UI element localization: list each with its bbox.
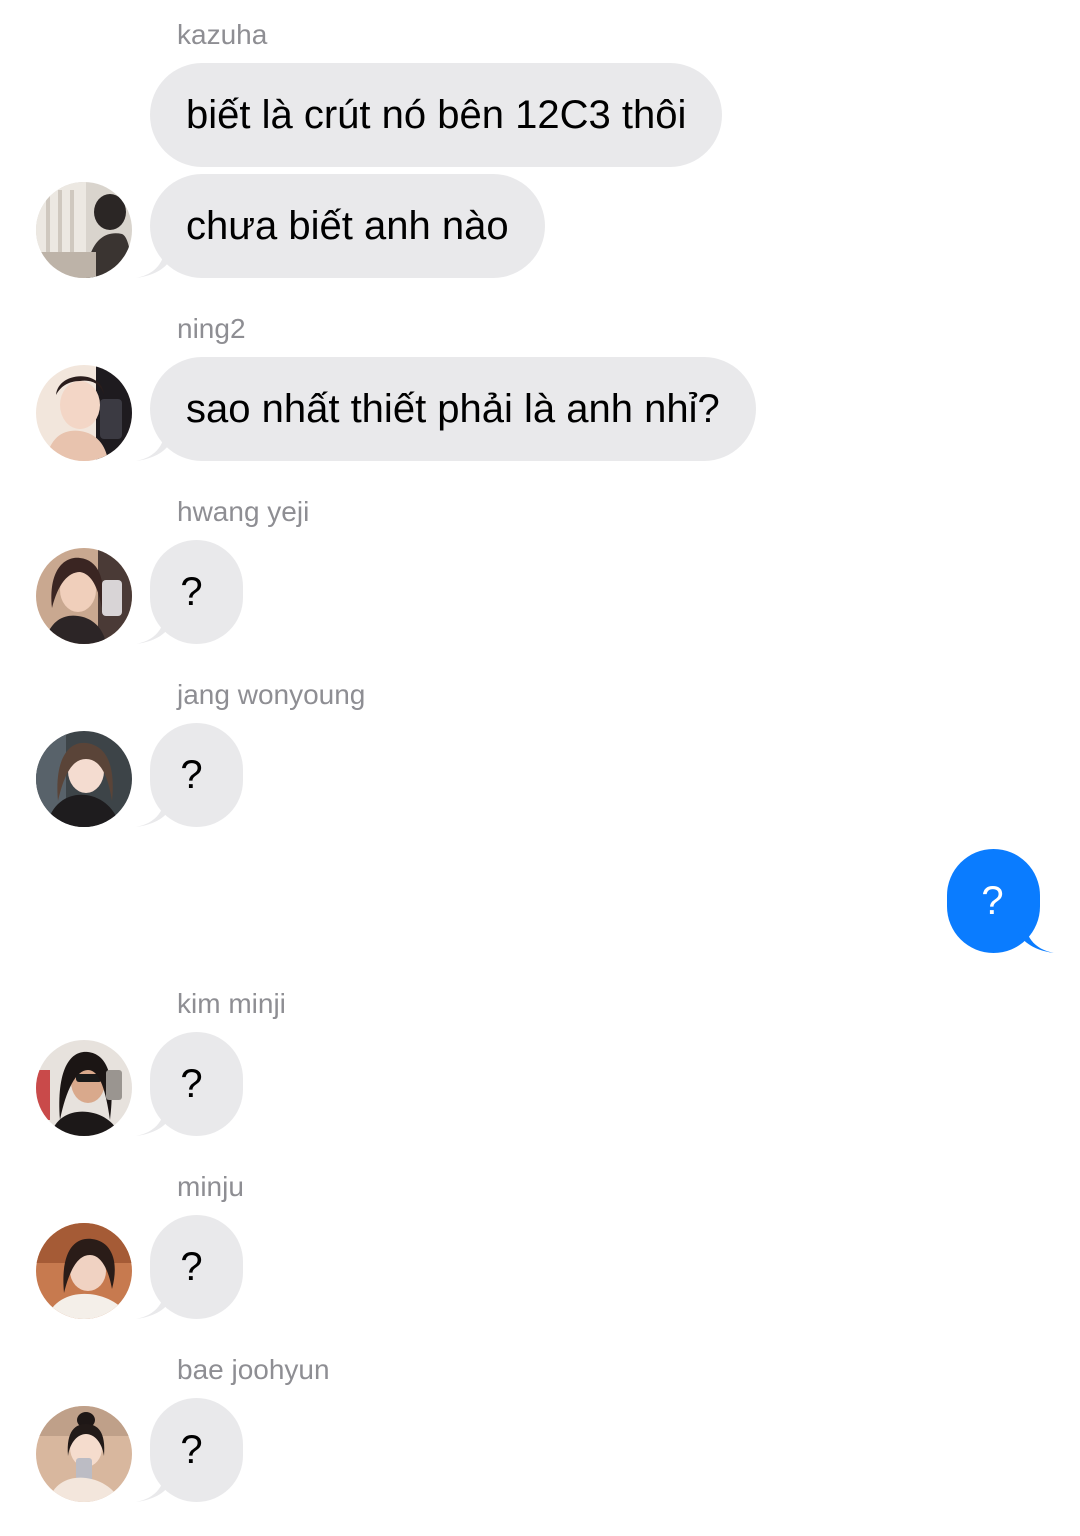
bubble-tail <box>1014 913 1054 953</box>
message-bubble[interactable]: ? <box>136 540 243 644</box>
message-text: biết là crút nó bên 12C3 thôi <box>186 93 687 137</box>
bubble-tail <box>136 421 176 461</box>
avatar-photo <box>36 548 132 644</box>
bubble-tail <box>136 787 176 827</box>
message-bubble[interactable]: ? <box>136 1215 243 1319</box>
avatar-photo <box>36 365 132 461</box>
bubble-tail <box>136 604 176 644</box>
message-text: ? <box>180 570 203 614</box>
message-text: ? <box>180 1062 203 1106</box>
avatar-photo <box>36 1223 132 1319</box>
avatar-photo <box>36 731 132 827</box>
avatar[interactable] <box>36 548 132 644</box>
avatar[interactable] <box>36 182 132 278</box>
avatar[interactable] <box>36 1406 132 1502</box>
message-bubble[interactable]: sao nhất thiết phải là anh nhỉ? <box>136 357 756 461</box>
message-text: ? <box>981 879 1004 923</box>
avatar-photo <box>36 182 132 278</box>
sender-name-jang-wonyoung: jang wonyoung <box>177 679 366 710</box>
avatar-photo <box>36 1406 132 1502</box>
message-text: chưa biết anh nào <box>186 204 509 248</box>
sender-name-minju: minju <box>177 1171 244 1202</box>
avatar[interactable] <box>36 1040 132 1136</box>
message-text: ? <box>180 1245 203 1289</box>
message-bubble[interactable]: biết là crút nó bên 12C3 thôi <box>150 63 723 167</box>
bubble-tail <box>136 1279 176 1319</box>
message-bubble[interactable]: ? <box>136 1398 243 1502</box>
bubble-tail <box>136 1462 176 1502</box>
message-text: sao nhất thiết phải là anh nhỉ? <box>186 387 720 431</box>
message-text: ? <box>180 1428 203 1472</box>
avatar[interactable] <box>36 1223 132 1319</box>
sender-name-ning2: ning2 <box>177 313 246 344</box>
sender-name-kim-minji: kim minji <box>177 988 286 1019</box>
avatar[interactable] <box>36 365 132 461</box>
bubble-tail <box>136 1096 176 1136</box>
message-bubble[interactable]: ? <box>136 723 243 827</box>
bubble-tail <box>136 238 176 278</box>
message-bubble[interactable]: chưa biết anh nào <box>136 174 545 278</box>
sender-name-hwang-yeji: hwang yeji <box>177 496 310 527</box>
message-bubble[interactable]: ? <box>136 1032 243 1136</box>
sender-name-bae-joohyun: bae joohyun <box>177 1354 330 1385</box>
avatar[interactable] <box>36 731 132 827</box>
sender-name-kazuha: kazuha <box>177 19 268 50</box>
avatar-photo <box>36 1040 132 1136</box>
outgoing-message-bubble[interactable]: ? <box>947 849 1054 953</box>
message-text: ? <box>180 753 203 797</box>
